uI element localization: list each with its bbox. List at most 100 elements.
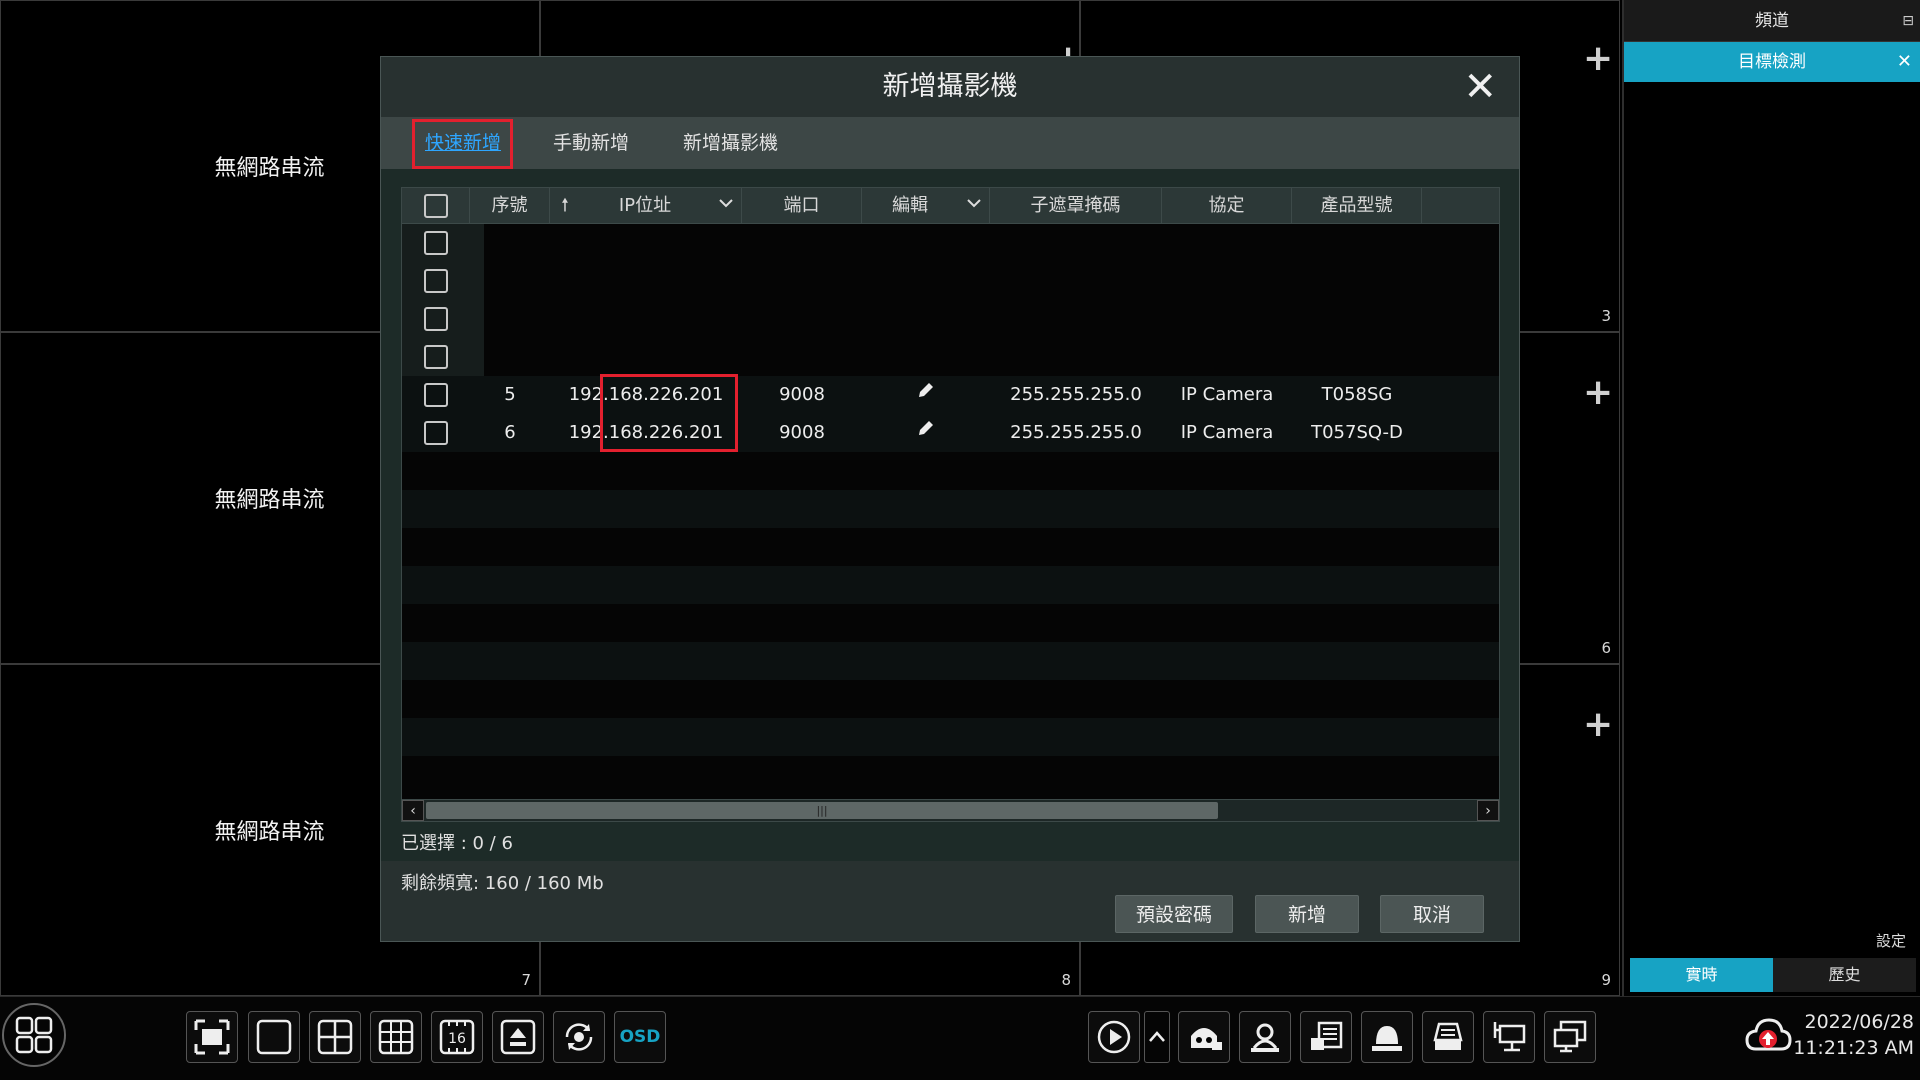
layout-16-button[interactable]: 16 <box>431 1011 483 1063</box>
edit-pencil-icon[interactable] <box>862 376 990 414</box>
tab-history[interactable]: 歷史 <box>1773 958 1916 992</box>
cancel-button[interactable]: 取消 <box>1380 895 1484 933</box>
expand-up-button[interactable] <box>1144 1011 1170 1063</box>
add-button[interactable]: 新增 <box>1255 895 1359 933</box>
cell-number: 7 <box>521 971 531 989</box>
network-button[interactable] <box>1483 1011 1535 1063</box>
row-model: T058SG <box>1321 384 1393 405</box>
fullscreen-button[interactable] <box>186 1011 238 1063</box>
refresh-cycle-icon <box>565 1023 593 1051</box>
row-seq: 6 <box>504 422 516 443</box>
table-row[interactable] <box>402 300 1499 338</box>
sort-asc-icon[interactable]: 🠕 <box>550 188 580 224</box>
select-all-checkbox[interactable] <box>423 194 448 218</box>
row-checkbox[interactable] <box>424 345 448 369</box>
time-label: 11:21:23 AM <box>1793 1037 1914 1059</box>
rotate-button[interactable] <box>553 1011 605 1063</box>
row-checkbox[interactable] <box>424 269 448 293</box>
monitor-icon <box>1553 1020 1587 1053</box>
header-model[interactable]: 產品型號 <box>1292 188 1422 224</box>
row-checkbox[interactable] <box>424 231 448 255</box>
row-check-cell <box>402 224 470 262</box>
layout-4-button[interactable] <box>309 1011 361 1063</box>
fullscreen-icon <box>194 1019 230 1055</box>
tab-add-camera[interactable]: 新增攝影機 <box>683 117 778 169</box>
row-check-cell <box>402 300 470 338</box>
empty-stripe <box>402 718 1499 756</box>
settings-link[interactable]: 設定 <box>1876 930 1906 951</box>
document-camera-icon <box>1311 1021 1343 1050</box>
row-port: 9008 <box>779 384 825 405</box>
ip-highlight-box <box>600 374 738 452</box>
chevron-up-icon <box>1149 1031 1165 1042</box>
header-edit[interactable]: 編輯 <box>862 188 958 224</box>
records-button[interactable] <box>1300 1011 1352 1063</box>
selected-count: 已選擇 : 0 / 6 <box>401 833 513 854</box>
row-subnet-mask: 255.255.255.0 <box>1010 422 1142 443</box>
add-camera-icon[interactable]: + <box>1583 375 1613 411</box>
default-password-button[interactable]: 預設密碼 <box>1115 895 1233 933</box>
row-checkbox[interactable] <box>424 307 448 331</box>
main-menu-button[interactable] <box>2 1003 66 1067</box>
tab-live[interactable]: 實時 <box>1630 958 1773 992</box>
dock-icon[interactable]: ⊟ <box>1902 0 1914 42</box>
layout-1-button[interactable] <box>248 1011 300 1063</box>
display-button[interactable] <box>1544 1011 1596 1063</box>
cloud-upgrade-button[interactable] <box>1742 1011 1794 1063</box>
sequence-button[interactable] <box>492 1011 544 1063</box>
bottom-toolbar: 16 OSD 2022/06/28 11:21:23 AM <box>0 996 1920 1080</box>
channel-header-label: 頻道 <box>1755 11 1789 31</box>
table-row[interactable] <box>402 224 1499 262</box>
table-row[interactable] <box>402 338 1499 376</box>
table-row[interactable] <box>402 262 1499 300</box>
horizontal-scrollbar[interactable]: ‹ ||| › <box>402 799 1499 821</box>
playback-button[interactable] <box>1088 1011 1140 1063</box>
header-port[interactable]: 端口 <box>742 188 862 224</box>
scroll-thumb[interactable]: ||| <box>426 802 1218 819</box>
add-camera-icon[interactable]: + <box>1583 41 1613 77</box>
edit-dropdown-icon[interactable] <box>958 188 990 224</box>
scroll-left-icon[interactable]: ‹ <box>402 800 424 821</box>
face-detection-button[interactable] <box>1239 1011 1291 1063</box>
table-row[interactable]: 6 192.168.226.201 9008 255.255.255.0 IP … <box>402 414 1499 452</box>
hard-disk-icon <box>1433 1022 1463 1050</box>
osd-button[interactable]: OSD <box>614 1011 666 1063</box>
nine-view-icon <box>378 1019 414 1055</box>
row-protocol: IP Camera <box>1180 422 1274 443</box>
row-checkbox[interactable] <box>424 421 448 445</box>
camera-control-button[interactable] <box>1178 1011 1230 1063</box>
cloud-upload-icon <box>1745 1018 1792 1051</box>
add-camera-icon[interactable]: + <box>1583 707 1613 743</box>
osd-label: OSD <box>619 1027 661 1047</box>
header-select-all[interactable] <box>402 188 470 224</box>
row-subnet-mask: 255.255.255.0 <box>1010 384 1142 405</box>
table-header: 序號 🠕 IP位址 端口 編輯 子遮罩掩碼 協定 產品型號 <box>402 188 1499 224</box>
header-subnet-mask[interactable]: 子遮罩掩碼 <box>990 188 1162 224</box>
header-protocol[interactable]: 協定 <box>1162 188 1292 224</box>
edit-pencil-icon[interactable] <box>862 414 990 452</box>
table-row[interactable]: 5 192.168.226.201 9008 255.255.255.0 IP … <box>402 376 1499 414</box>
network-device-icon <box>1493 1022 1526 1052</box>
remaining-bandwidth: 剩餘頻寬: 160 / 160 Mb <box>401 873 604 894</box>
ip-filter-dropdown-icon[interactable] <box>710 188 742 224</box>
dialog-title-bar: 新增攝影機 ✕ <box>381 57 1519 117</box>
tab-manual-add[interactable]: 手動新增 <box>553 117 629 169</box>
scroll-right-icon[interactable]: › <box>1477 800 1499 821</box>
disk-button[interactable] <box>1422 1011 1474 1063</box>
row-checkbox[interactable] <box>424 383 448 407</box>
empty-stripe <box>402 566 1499 604</box>
close-icon[interactable]: ✕ <box>1463 65 1497 109</box>
target-detection-label: 目標檢測 <box>1738 52 1806 72</box>
alarm-button[interactable] <box>1361 1011 1413 1063</box>
close-icon[interactable]: ✕ <box>1897 42 1912 82</box>
play-icon <box>1097 1020 1131 1054</box>
upload-frame-icon <box>500 1019 536 1055</box>
row-check-cell <box>402 338 470 376</box>
target-detection-item[interactable]: 目標檢測 ✕ <box>1624 42 1920 82</box>
quad-view-icon <box>317 1019 353 1055</box>
alarm-dome-icon <box>1372 1026 1402 1051</box>
header-seq[interactable]: 序號 <box>470 188 550 224</box>
live-history-tabs: 實時 歷史 <box>1630 958 1916 992</box>
layout-9-button[interactable] <box>370 1011 422 1063</box>
header-ip[interactable]: IP位址 <box>580 188 710 224</box>
